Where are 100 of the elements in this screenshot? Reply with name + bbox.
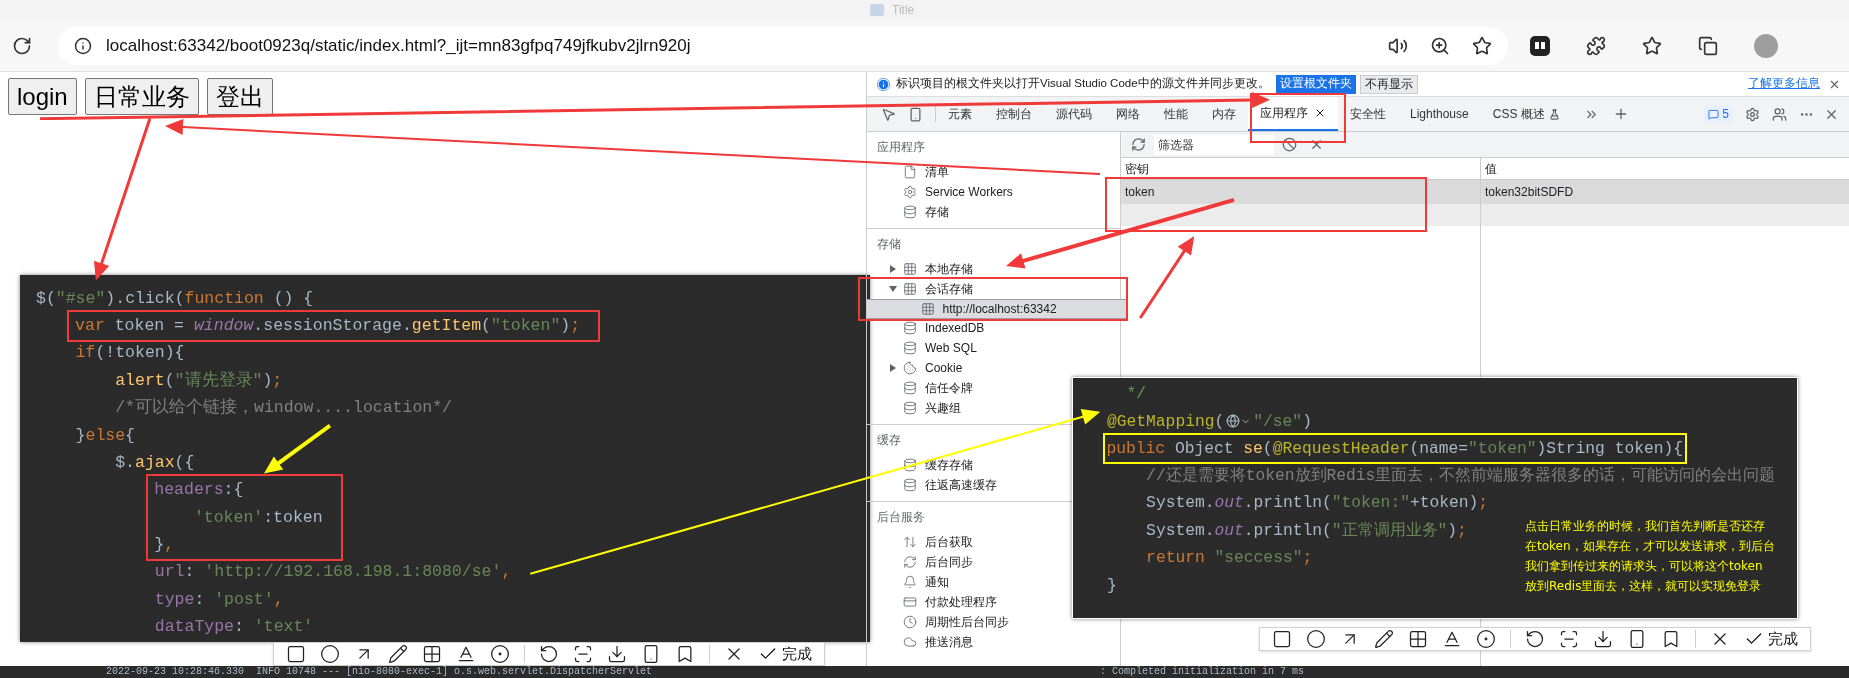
mosaic-icon[interactable] [1408,629,1428,649]
inspect-icon[interactable] [881,106,896,122]
sidebar-item[interactable]: 周期性后台同步 [867,612,1015,632]
download-icon[interactable] [1593,629,1613,649]
devtools-tab[interactable]: CSS 概述 [1480,97,1572,131]
settings-icon[interactable] [1745,106,1760,122]
code-line: }, [154,534,175,556]
clear-icon[interactable] [1282,137,1297,152]
code-line: $.ajax({ [115,452,195,474]
code-line: public Object se(@RequestHeader(name="token")String token){ [1106,437,1684,460]
column-header[interactable]: 密钥 [1121,158,1481,179]
sidebar-item[interactable]: Cookie [867,358,969,378]
text-tool-icon[interactable] [456,644,476,664]
set-root-folder-button[interactable]: 设置根文件夹 [1275,74,1356,94]
disclosure-triangle-icon[interactable] [889,265,897,273]
pencil-icon[interactable] [388,644,408,664]
done-button[interactable]: 完成 [758,642,812,666]
ellipse-tool-icon[interactable] [320,644,340,664]
flask-icon [1548,108,1560,120]
sidebar-item[interactable]: Service Workers [867,182,1019,202]
devtools-tab[interactable]: 应用程序 [1248,97,1338,131]
sidebar-item[interactable]: 兴趣组 [867,398,967,418]
undo-icon[interactable] [1525,629,1545,649]
database-icon [903,458,917,472]
page-button[interactable]: 日常业务 [84,78,199,115]
step-marker-icon[interactable] [490,644,510,664]
devtools-tab[interactable]: 元素 [936,97,984,131]
app-icon[interactable] [1530,35,1550,56]
people-icon[interactable] [1772,106,1787,122]
up-down-arrows-icon [903,535,917,549]
info-icon[interactable] [74,36,92,55]
scan-icon[interactable] [573,644,593,664]
devtools-tab[interactable]: 源代码 [1044,97,1104,131]
globe-icon[interactable] [1226,414,1252,429]
devtools-tab[interactable]: 网络 [1104,97,1152,131]
sidebar-item[interactable]: 通知 [867,572,955,592]
code-line: 'token':token [193,506,323,529]
sidebar-item[interactable]: 往返高速缓存 [867,475,1003,495]
console-line: 2022-09-23 10:28:46.330 INFO 10748 --- [nio-8080-exec-1] o.s.web.servlet.DispatcherServlet [106,667,654,677]
ellipse-tool-icon[interactable] [1306,629,1326,649]
filter-field[interactable]: 筛选器 [1154,134,1274,155]
rectangle-tool-icon[interactable] [286,644,306,664]
dismiss-button[interactable]: 不再显示 [1359,74,1418,94]
sidebar-item[interactable]: 信任令牌 [867,378,979,398]
sidebar-item[interactable]: 付款处理程序 [867,592,1003,612]
learn-more-link[interactable]: 了解更多信息 [1748,75,1820,93]
sidebar-item[interactable]: 推送消息 [867,632,979,652]
address-field[interactable]: localhost:63342/boot0923q/static/index.html?_ijt=mn83gfpq749jfkubv2jlrn920j [58,26,1508,65]
cookie-icon [903,361,917,375]
code-line: headers:{ [154,479,244,501]
page-button[interactable]: login [8,78,77,115]
column-header[interactable]: 值 [1481,158,1849,179]
issues-badge[interactable]: 5 [1704,105,1733,123]
favorites-icon[interactable] [1642,35,1662,56]
mosaic-icon[interactable] [422,644,442,664]
table-row[interactable]: token token32bitSDFD [1121,180,1849,204]
devtools-tab[interactable]: 性能 [1152,97,1200,131]
database-icon [903,381,917,395]
devtools-tab[interactable]: Lighthouse [1398,97,1481,131]
code-line: if(!token){ [75,342,185,364]
close-tab-icon[interactable] [1314,107,1326,119]
pencil-icon[interactable] [1374,629,1394,649]
reload-icon[interactable] [12,35,32,56]
annotation-arrow [264,424,332,474]
sidebar-item[interactable]: 会话存储 [866,278,979,299]
device-icon[interactable] [908,106,923,122]
sidebar-item[interactable]: http://localhost:63342 [866,298,1126,319]
disclosure-triangle-icon[interactable] [889,364,897,372]
code-line: /*可以给个链接，window....location*/ [115,397,453,419]
page-button[interactable]: 登出 [206,78,273,115]
section-title: 应用程序 [876,139,926,156]
scan-icon[interactable] [1559,629,1579,649]
done-button[interactable]: 完成 [1744,627,1798,651]
sidebar-item[interactable]: 清单 [867,162,955,182]
text-tool-icon[interactable] [1442,629,1462,649]
code-line: return "seccess"; [1146,547,1313,569]
puzzle-icon[interactable] [1586,35,1606,56]
disclosure-triangle-icon[interactable] [888,284,897,293]
speaker-icon[interactable] [1388,35,1408,56]
undo-icon[interactable] [539,644,559,664]
devtools-tab[interactable]: 内存 [1200,97,1248,131]
rectangle-tool-icon[interactable] [1272,629,1292,649]
zoom-icon[interactable] [1430,35,1450,56]
refresh-icon[interactable] [1131,137,1146,152]
database-icon [903,401,917,415]
step-marker-icon[interactable] [1476,629,1496,649]
sidebar-item[interactable]: IndexedDB [867,318,991,338]
devtools-tab[interactable]: 控制台 [984,97,1044,131]
database-icon [903,321,917,335]
sidebar-item[interactable]: Web SQL [867,338,983,358]
download-icon[interactable] [607,644,627,664]
sidebar-item[interactable]: 后台获取 [867,532,979,552]
devtools-tab[interactable]: 安全性 [1338,97,1398,131]
code-line: System.out.println("正常调用业务"); [1146,519,1467,542]
clock-icon [903,615,917,629]
console-message: : Completed initialization in 7 ms [1100,667,1305,677]
sidebar-item[interactable]: 本地存储 [867,259,979,279]
sidebar-item[interactable]: 后台同步 [867,552,979,572]
delete-icon[interactable] [1309,137,1324,152]
sidebar-item[interactable]: 存储 [867,202,955,222]
